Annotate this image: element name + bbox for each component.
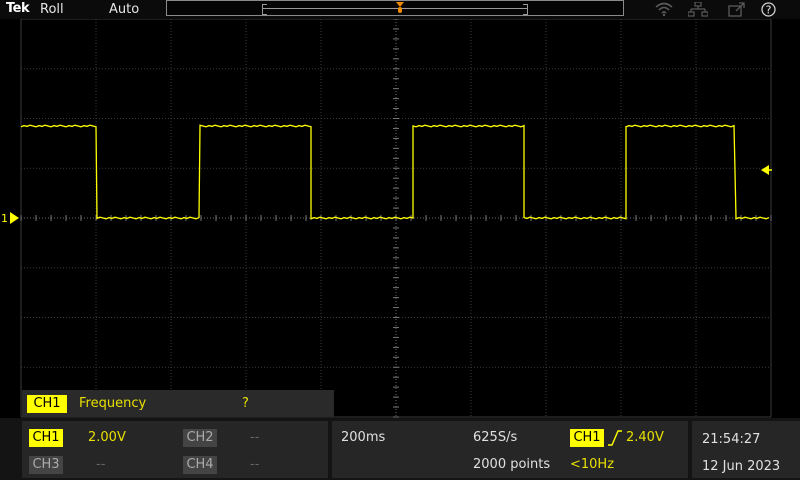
record-length: 2000 points [473,457,551,472]
clock-time: 21:54:27 [702,432,761,447]
acquisition-mode-button[interactable]: Roll [40,2,64,17]
top-status-bar: Tek Roll Auto ? [0,0,800,19]
help-icon[interactable]: ? [761,2,776,17]
record-left-bracket [262,4,267,15]
measurement-name: Frequency [79,396,147,411]
measurement-channel-tag: CH1 [27,395,67,413]
trigger-level-marker[interactable] [761,165,772,175]
ch1-scale[interactable]: 2.00V [88,430,126,445]
trigger-level[interactable]: 2.40V [626,430,664,445]
trigger-position-icon[interactable] [395,1,405,17]
export-icon[interactable] [728,2,746,17]
ch1-waveform-trace [20,124,770,220]
ch3-badge[interactable]: CH3 [29,456,63,474]
trigger-frequency: <10Hz [570,457,615,472]
ch2-badge[interactable]: CH2 [183,429,217,447]
trigger-source-badge[interactable]: CH1 [570,429,604,447]
svg-text:?: ? [766,4,772,17]
measurement-badge[interactable]: CH1 Frequency ? [22,390,334,417]
waveform-record-overview[interactable] [166,0,624,16]
brand-logo: Tek [6,1,30,16]
ch3-scale: -- [96,457,106,472]
rising-edge-icon [608,430,622,446]
ch1-ground-marker[interactable]: 1 [1,212,19,225]
record-right-bracket [523,4,528,15]
horizontal-scale[interactable]: 200ms [341,430,385,445]
ch2-scale: -- [250,430,260,445]
trigger-mode-button[interactable]: Auto [109,2,139,17]
settings-bar: CH1 2.00V CH2 -- CH3 -- CH4 -- 200ms 625… [0,418,800,480]
horizontal-trigger-panel[interactable]: 200ms 625S/s 2000 points CH1 2.40V <10Hz [332,421,688,478]
ch1-badge[interactable]: CH1 [29,429,63,447]
clock-panel: 21:54:27 12 Jun 2023 [692,421,800,478]
ch4-badge[interactable]: CH4 [183,456,217,474]
wifi-icon[interactable] [655,2,673,16]
sample-rate: 625S/s [473,430,518,445]
measurement-value: ? [242,396,249,411]
network-icon[interactable] [688,2,708,17]
ch4-scale: -- [250,457,260,472]
svg-text:1: 1 [1,212,8,225]
channel-settings-panel: CH1 2.00V CH2 -- CH3 -- CH4 -- [22,421,328,478]
clock-date: 12 Jun 2023 [702,459,781,474]
waveform-graticule[interactable]: 1 [0,19,800,418]
